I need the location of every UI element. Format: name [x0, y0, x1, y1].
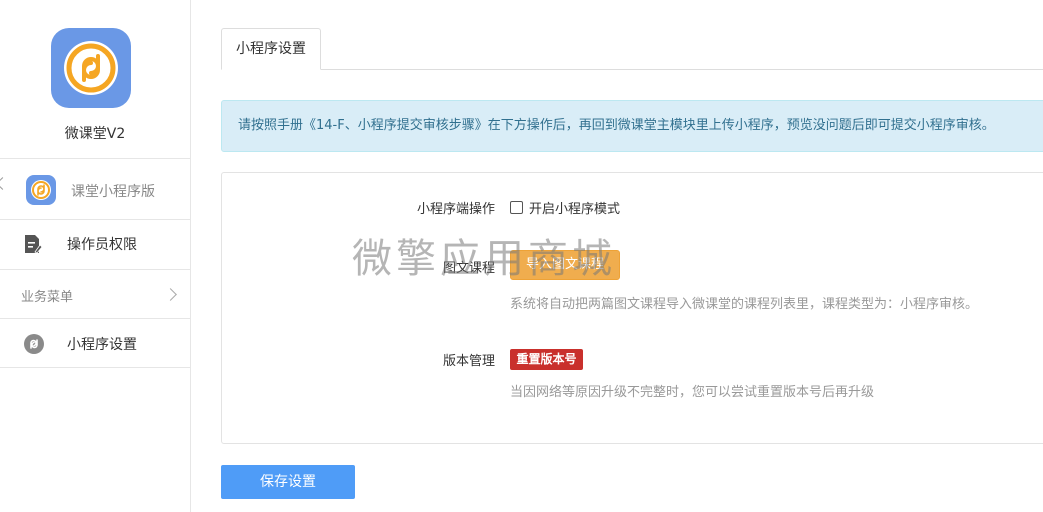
sidebar-item-operator-permissions[interactable]: 操作员权限: [0, 219, 190, 269]
info-notice: 请按照手册《14-F、小程序提交审核步骤》在下方操作后，再回到微课堂主模块里上传…: [221, 100, 1043, 152]
current-module-item[interactable]: 课堂小程序版: [0, 158, 190, 220]
chevron-left-icon[interactable]: [0, 177, 9, 190]
sidebar-item-miniprogram-settings[interactable]: 小程序设置: [0, 318, 190, 368]
mp-mode-checkbox[interactable]: [510, 201, 523, 214]
mp-mode-checkbox-label[interactable]: 开启小程序模式: [529, 198, 620, 217]
watermark: 微擎应用商城: [352, 236, 616, 282]
document-edit-icon: [25, 235, 42, 254]
tab-miniprogram-settings[interactable]: 小程序设置: [221, 28, 321, 70]
app-name: 微课堂V2: [64, 126, 126, 142]
import-help-text: 系统将自动把两篇图文课程导入微课堂的课程列表里，课程类型为：小程序审核。: [510, 297, 979, 312]
miniprogram-icon: [24, 334, 44, 354]
sidebar: 微课堂V2 课堂小程序版 操作员权限 业务菜单 小程序设置: [0, 0, 191, 512]
reset-version-button[interactable]: 重置版本号: [510, 349, 583, 370]
save-settings-button[interactable]: 保存设置: [221, 465, 355, 499]
module-logo-icon: [26, 175, 56, 205]
version-label: 版本管理: [442, 354, 495, 369]
sidebar-item-label: 操作员权限: [67, 237, 137, 253]
tab-bar-line: [221, 69, 1043, 70]
sidebar-group-business-menu[interactable]: 业务菜单: [0, 269, 190, 319]
app-logo: [51, 28, 131, 108]
mp-mode-checkbox-wrap[interactable]: 开启小程序模式: [510, 198, 620, 217]
sidebar-item-label: 小程序设置: [67, 337, 137, 353]
mp-mode-label: 小程序端操作: [416, 202, 495, 217]
reset-help-text: 当因网络等原因升级不完整时，您可以尝试重置版本号后再升级: [510, 385, 875, 400]
current-module-label: 课堂小程序版: [71, 184, 155, 200]
sidebar-group-label: 业务菜单: [21, 290, 74, 305]
app-logo-icon: [64, 41, 118, 95]
chevron-right-icon[interactable]: [164, 288, 177, 301]
